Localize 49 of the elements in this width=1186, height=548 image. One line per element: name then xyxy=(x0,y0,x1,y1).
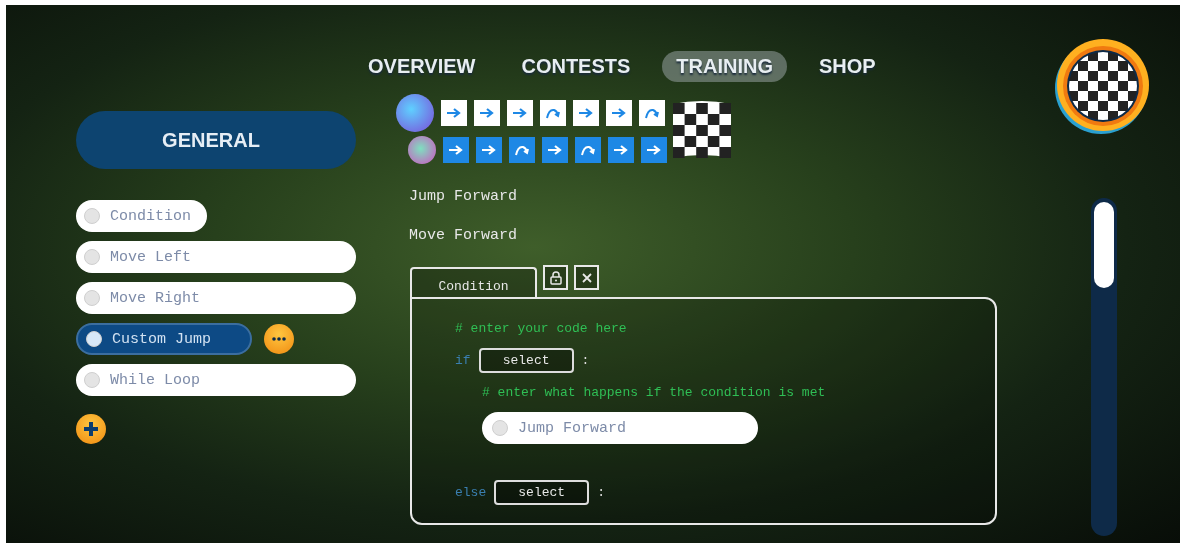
close-icon xyxy=(580,271,593,284)
right-arrow-icon xyxy=(446,107,462,119)
right-arrow-icon xyxy=(512,107,528,119)
scrollbar-thumb[interactable] xyxy=(1094,202,1114,288)
code-keyword: else xyxy=(455,485,487,500)
code-block[interactable]: While Loop xyxy=(76,364,356,396)
right-arrow-icon xyxy=(646,144,662,156)
right-arrow-icon xyxy=(481,144,497,156)
right-arrow-icon xyxy=(613,144,629,156)
curved-arrow-icon xyxy=(514,144,530,156)
code-keyword: if xyxy=(455,353,471,368)
right-arrow-icon xyxy=(578,107,594,119)
nav-tab[interactable]: TRAINING xyxy=(662,50,787,82)
right-arrow-icon xyxy=(547,144,563,156)
avatar xyxy=(408,136,436,164)
nav-tab[interactable]: CONTESTS xyxy=(507,50,645,82)
dots-icon xyxy=(271,337,287,341)
plus-icon xyxy=(83,421,99,437)
scrollbar-track[interactable] xyxy=(1091,198,1117,536)
lock-button[interactable] xyxy=(543,265,568,290)
category-header[interactable]: GENERAL xyxy=(76,111,356,169)
program-step: Move Forward xyxy=(409,227,518,244)
lock-icon xyxy=(549,270,562,285)
program-step: Jump Forward xyxy=(409,188,518,205)
code-block[interactable]: Jump Forward xyxy=(482,412,758,444)
code-block[interactable]: Move Right xyxy=(76,282,356,314)
select-dropdown[interactable]: select xyxy=(478,348,574,373)
code-comment: # enter what happens if the condition is met xyxy=(482,385,827,400)
curved-arrow-icon xyxy=(580,144,596,156)
finish-flag-icon xyxy=(673,100,731,158)
code-colon: : xyxy=(597,485,606,500)
code-comment: # enter your code here xyxy=(455,321,628,336)
add-button[interactable] xyxy=(76,414,106,444)
curved-arrow-icon xyxy=(644,107,660,119)
nav-tab[interactable]: SHOP xyxy=(805,50,890,82)
code-block[interactable]: Move Left xyxy=(76,241,356,273)
close-button[interactable] xyxy=(574,265,599,290)
select-dropdown[interactable]: select xyxy=(494,480,590,505)
right-arrow-icon xyxy=(448,144,464,156)
right-arrow-icon xyxy=(479,107,495,119)
editor-tab[interactable]: Condition xyxy=(410,267,537,297)
curved-arrow-icon xyxy=(545,107,561,119)
avatar xyxy=(396,94,434,132)
more-button[interactable] xyxy=(264,324,294,354)
nav-tab[interactable]: OVERVIEW xyxy=(354,50,490,82)
right-arrow-icon xyxy=(611,107,627,119)
code-block[interactable]: Custom Jump xyxy=(76,323,252,355)
code-colon: : xyxy=(581,353,590,368)
code-block[interactable]: Condition xyxy=(76,200,207,232)
